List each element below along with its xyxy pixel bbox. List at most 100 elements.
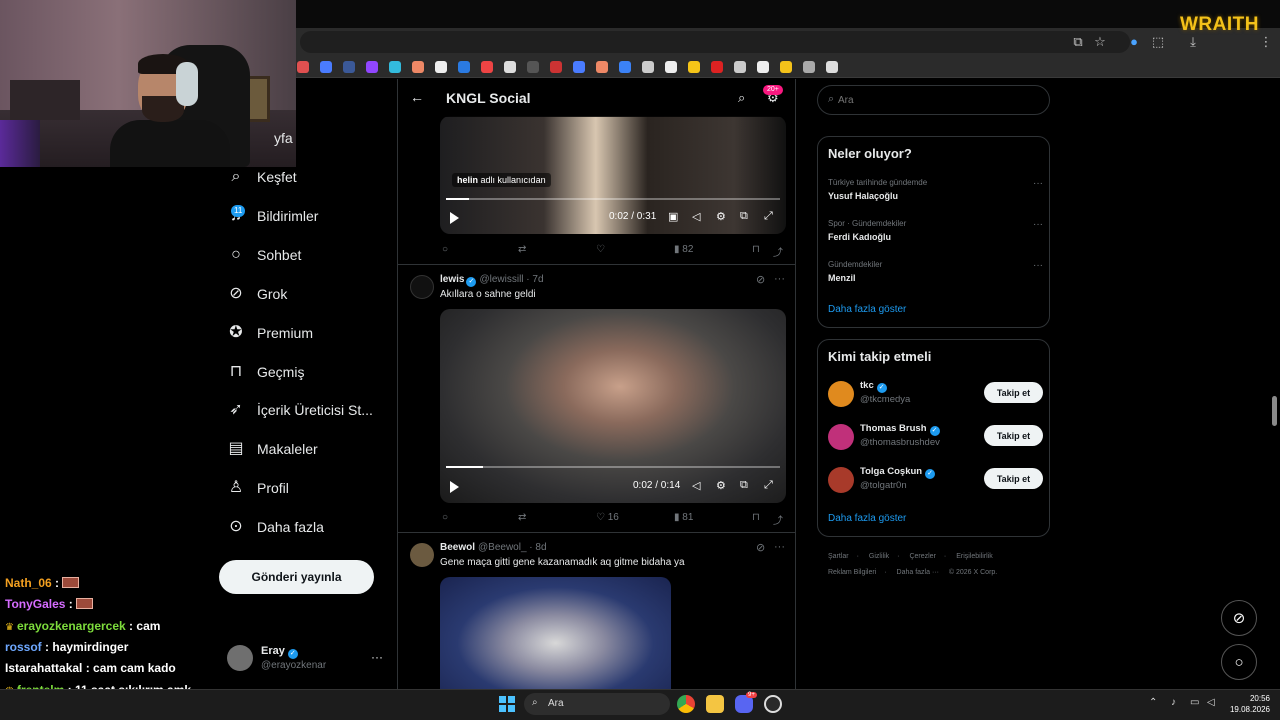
bookmark-favicon-icon[interactable] bbox=[320, 61, 332, 73]
address-bar[interactable] bbox=[300, 31, 1130, 53]
bookmark-favicon-icon[interactable] bbox=[826, 61, 838, 73]
bookmark-icon[interactable]: ⊓ bbox=[752, 512, 760, 523]
grok-icon[interactable]: ⊘ bbox=[756, 273, 765, 286]
reply-icon[interactable]: ○ bbox=[442, 512, 448, 523]
microphone-icon[interactable]: ♪ bbox=[1171, 697, 1176, 708]
sidebar-item-5[interactable]: ⊓ Geçmiş bbox=[227, 360, 305, 384]
follow-button[interactable]: Takip et bbox=[984, 425, 1043, 446]
bookmark-favicon-icon[interactable] bbox=[550, 61, 562, 73]
search-box[interactable]: ⌕ bbox=[817, 85, 1050, 115]
video-progress-bar[interactable] bbox=[446, 198, 780, 200]
post-media[interactable] bbox=[440, 577, 671, 689]
follow-suggestion[interactable]: Tolga Coşkun ✓ @tolgatr0n Takip et bbox=[828, 465, 1043, 495]
follow-button[interactable]: Takip et bbox=[984, 382, 1043, 403]
bookmark-favicon-icon[interactable] bbox=[481, 61, 493, 73]
taskbar-clock[interactable]: 20:56 19.08.2026 bbox=[1226, 693, 1270, 715]
more-icon[interactable]: ··· bbox=[1033, 178, 1043, 189]
bookmark-favicon-icon[interactable] bbox=[642, 61, 654, 73]
more-icon[interactable]: ··· bbox=[1033, 219, 1043, 230]
bookmark-favicon-icon[interactable] bbox=[343, 61, 355, 73]
post[interactable]: Beewol @Beewol_ · 8d ⊘ ··· Gene maça gitt… bbox=[398, 532, 795, 689]
sidebar-item-2[interactable]: ○ Sohbet bbox=[227, 243, 301, 267]
play-icon[interactable] bbox=[450, 481, 459, 493]
footer-link[interactable]: Gizlilik bbox=[869, 553, 889, 560]
footer-link[interactable]: Daha fazla ··· bbox=[897, 569, 939, 576]
captions-icon[interactable]: ▣ bbox=[668, 210, 678, 223]
extension-icon[interactable]: ● bbox=[1126, 34, 1142, 50]
volume-icon[interactable]: ◁ bbox=[692, 210, 700, 223]
repost-icon[interactable]: ⇄ bbox=[518, 512, 526, 523]
video-progress-bar[interactable] bbox=[446, 466, 780, 468]
taskbar-search[interactable]: ⌕ Ara bbox=[524, 693, 670, 715]
extensions-puzzle-icon[interactable]: ⬚ bbox=[1150, 34, 1166, 50]
post[interactable]: lewis ✓ @lewissill · 7d ⊘ ··· Akıllara o s… bbox=[398, 264, 795, 532]
bookmark-icon[interactable]: ⊓ bbox=[752, 244, 760, 255]
views-count[interactable]: ▮ 81 bbox=[674, 512, 693, 523]
chevron-up-icon[interactable]: ⌃ bbox=[1149, 697, 1157, 708]
search-input[interactable] bbox=[838, 92, 1038, 108]
video-player[interactable]: helin adlı kullanıcıdan 0:02 / 0:31 ▣ ◁ … bbox=[440, 116, 786, 234]
views-count[interactable]: ▮ 82 bbox=[674, 244, 693, 255]
show-more-link[interactable]: Daha fazla göster bbox=[828, 304, 906, 315]
trend-item[interactable]: Gündemdekiler Menzil ··· bbox=[828, 260, 1043, 292]
bookmark-favicon-icon[interactable] bbox=[573, 61, 585, 73]
back-arrow-icon[interactable]: ← bbox=[410, 89, 424, 105]
sidebar-item-8[interactable]: ♙ Profil bbox=[227, 476, 289, 500]
messages-fab-button[interactable]: ○ bbox=[1221, 644, 1257, 680]
chrome-icon[interactable] bbox=[677, 695, 695, 713]
bookmark-star-icon[interactable]: ☆ bbox=[1092, 34, 1108, 50]
bookmark-favicon-icon[interactable] bbox=[780, 61, 792, 73]
bookmark-favicon-icon[interactable] bbox=[757, 61, 769, 73]
steam-icon[interactable] bbox=[764, 695, 782, 713]
video-player[interactable]: 0:02 / 0:14 ◁ ⚙ ⧉ ⤢ bbox=[440, 309, 786, 503]
bookmark-favicon-icon[interactable] bbox=[734, 61, 746, 73]
post-button[interactable]: Gönderi yayınla bbox=[219, 560, 374, 594]
settings-icon[interactable]: ⚙ bbox=[716, 479, 726, 492]
footer-link[interactable]: Şartlar bbox=[828, 553, 849, 560]
fullscreen-icon[interactable]: ⤢ bbox=[764, 479, 773, 492]
sidebar-item-3[interactable]: ⊘ Grok bbox=[227, 282, 287, 306]
more-icon[interactable]: ··· bbox=[774, 273, 785, 285]
sidebar-item-4[interactable]: ✪ Premium bbox=[227, 321, 313, 345]
like-count[interactable]: ♡ 16 bbox=[596, 512, 619, 523]
follow-button[interactable]: Takip et bbox=[984, 468, 1043, 489]
search-icon[interactable]: ⌕ bbox=[738, 90, 745, 106]
follow-suggestion[interactable]: Thomas Brush ✓ @thomasbrushdev Takip et bbox=[828, 422, 1043, 452]
footer-link[interactable]: Reklam Bilgileri bbox=[828, 569, 876, 576]
more-icon[interactable]: ··· bbox=[371, 650, 383, 664]
grok-icon[interactable]: ⊘ bbox=[756, 541, 765, 554]
bookmark-favicon-icon[interactable] bbox=[504, 61, 516, 73]
share-icon[interactable]: ⤴ bbox=[773, 244, 783, 259]
sidebar-item-9[interactable]: ⊙ Daha fazla bbox=[227, 515, 324, 539]
install-app-icon[interactable]: ⧉ bbox=[1070, 34, 1086, 50]
volume-icon[interactable]: ◁ bbox=[692, 479, 700, 492]
file-explorer-icon[interactable] bbox=[706, 695, 724, 713]
bookmark-favicon-icon[interactable] bbox=[711, 61, 723, 73]
scrollbar[interactable] bbox=[1272, 396, 1277, 426]
nav-home-label[interactable]: yfa bbox=[274, 130, 293, 146]
footer-link[interactable]: Erişilebilirlik bbox=[956, 553, 993, 560]
reply-icon[interactable]: ○ bbox=[442, 244, 448, 255]
bookmark-favicon-icon[interactable] bbox=[619, 61, 631, 73]
bookmark-favicon-icon[interactable] bbox=[412, 61, 424, 73]
follow-suggestion[interactable]: tkc ✓ @tkcmedya Takip et bbox=[828, 379, 1043, 409]
bookmark-favicon-icon[interactable] bbox=[596, 61, 608, 73]
bookmark-favicon-icon[interactable] bbox=[389, 61, 401, 73]
share-icon[interactable]: ⤴ bbox=[773, 512, 783, 527]
account-switcher[interactable]: Eray ✓ @erayozkenar ··· bbox=[227, 644, 387, 674]
bookmark-favicon-icon[interactable] bbox=[803, 61, 815, 73]
trend-item[interactable]: Türkiye tarihinde gündemde Yusuf Halaçoğ… bbox=[828, 178, 1043, 210]
trend-item[interactable]: Spor · Gündemdekiler Ferdi Kadıoğlu ··· bbox=[828, 219, 1043, 251]
show-more-link[interactable]: Daha fazla göster bbox=[828, 513, 906, 524]
bookmark-favicon-icon[interactable] bbox=[527, 61, 539, 73]
more-icon[interactable]: ··· bbox=[774, 541, 785, 553]
bookmark-favicon-icon[interactable] bbox=[297, 61, 309, 73]
start-icon[interactable] bbox=[499, 696, 515, 712]
bookmark-favicon-icon[interactable] bbox=[366, 61, 378, 73]
sidebar-item-7[interactable]: ▤ Makaleler bbox=[227, 437, 317, 461]
footer-link[interactable]: Çerezler bbox=[909, 553, 935, 560]
network-icon[interactable]: ▭ bbox=[1190, 697, 1199, 708]
grok-fab-button[interactable]: ⊘ bbox=[1221, 600, 1257, 636]
settings-icon[interactable]: ⚙ bbox=[716, 210, 726, 223]
more-icon[interactable]: ··· bbox=[1033, 260, 1043, 271]
